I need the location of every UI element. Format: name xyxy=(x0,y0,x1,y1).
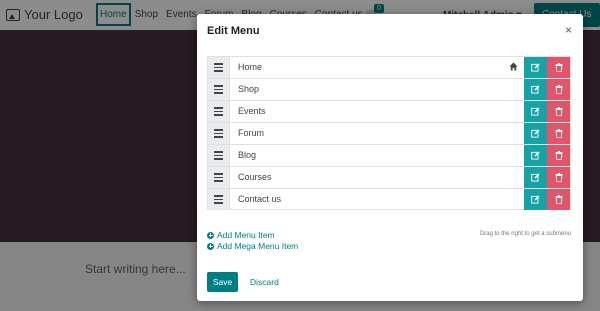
delete-item-button[interactable] xyxy=(547,101,570,122)
discard-button[interactable]: Discard xyxy=(250,272,279,292)
trash-icon xyxy=(555,107,562,116)
menu-item-row[interactable]: Shop xyxy=(207,78,571,100)
menu-item-label: Shop xyxy=(238,84,260,94)
edit-icon xyxy=(531,173,540,182)
menu-item-row[interactable]: Blog xyxy=(207,144,571,166)
trash-icon xyxy=(555,129,562,138)
delete-item-button[interactable] xyxy=(547,189,570,210)
edit-item-button[interactable] xyxy=(524,123,547,144)
home-icon xyxy=(509,62,518,71)
trash-icon xyxy=(555,85,562,94)
plus-circle-icon xyxy=(207,242,214,250)
edit-icon xyxy=(531,107,540,116)
menu-item-label: Blog xyxy=(238,150,257,160)
menu-item-label: Forum xyxy=(238,128,265,138)
edit-item-button[interactable] xyxy=(524,101,547,122)
drag-handle-icon[interactable] xyxy=(208,57,230,78)
drag-handle-icon[interactable] xyxy=(208,145,230,166)
edit-icon xyxy=(531,151,540,160)
drag-handle-icon[interactable] xyxy=(208,79,230,100)
drag-handle-icon[interactable] xyxy=(208,167,230,188)
edit-icon xyxy=(531,195,540,204)
close-icon[interactable]: × xyxy=(565,23,572,37)
add-menu-item-link[interactable]: Add Menu Item xyxy=(207,230,275,240)
drag-handle-icon[interactable] xyxy=(208,189,230,210)
submenu-hint: Drag to the right to get a submenu xyxy=(479,231,571,237)
menu-item-row[interactable]: Home xyxy=(207,56,571,78)
delete-item-button[interactable] xyxy=(547,79,570,100)
save-button[interactable]: Save xyxy=(207,272,238,292)
edit-icon xyxy=(531,63,540,72)
edit-menu-dialog: Edit Menu × Home Shop Events Forum Blog … xyxy=(197,14,583,301)
add-mega-menu-item-label: Add Mega Menu Item xyxy=(217,241,299,251)
delete-item-button[interactable] xyxy=(547,167,570,188)
delete-item-button[interactable] xyxy=(547,57,570,78)
menu-items-list: Home Shop Events Forum Blog Courses Cont… xyxy=(207,56,571,210)
menu-item-label: Courses xyxy=(238,172,272,182)
edit-item-button[interactable] xyxy=(524,189,547,210)
drag-handle-icon[interactable] xyxy=(208,101,230,122)
menu-item-label: Home xyxy=(238,62,263,72)
menu-item-row[interactable]: Events xyxy=(207,100,571,122)
edit-item-button[interactable] xyxy=(524,167,547,188)
menu-item-row[interactable]: Forum xyxy=(207,122,571,144)
menu-item-row[interactable]: Contact us xyxy=(207,188,571,210)
delete-item-button[interactable] xyxy=(547,123,570,144)
edit-item-button[interactable] xyxy=(524,79,547,100)
trash-icon xyxy=(555,151,562,160)
menu-item-label: Contact us xyxy=(238,194,282,204)
drag-handle-icon[interactable] xyxy=(208,123,230,144)
edit-item-button[interactable] xyxy=(524,145,547,166)
add-menu-item-label: Add Menu Item xyxy=(217,230,275,240)
trash-icon xyxy=(555,63,562,72)
edit-icon xyxy=(531,129,540,138)
plus-circle-icon xyxy=(207,231,214,239)
dialog-title: Edit Menu xyxy=(207,25,260,37)
edit-item-button[interactable] xyxy=(524,57,547,78)
menu-item-label: Events xyxy=(238,106,266,116)
trash-icon xyxy=(555,195,562,204)
trash-icon xyxy=(555,173,562,182)
edit-icon xyxy=(531,85,540,94)
add-mega-menu-item-link[interactable]: Add Mega Menu Item xyxy=(207,241,298,251)
delete-item-button[interactable] xyxy=(547,145,570,166)
menu-item-row[interactable]: Courses xyxy=(207,166,571,188)
